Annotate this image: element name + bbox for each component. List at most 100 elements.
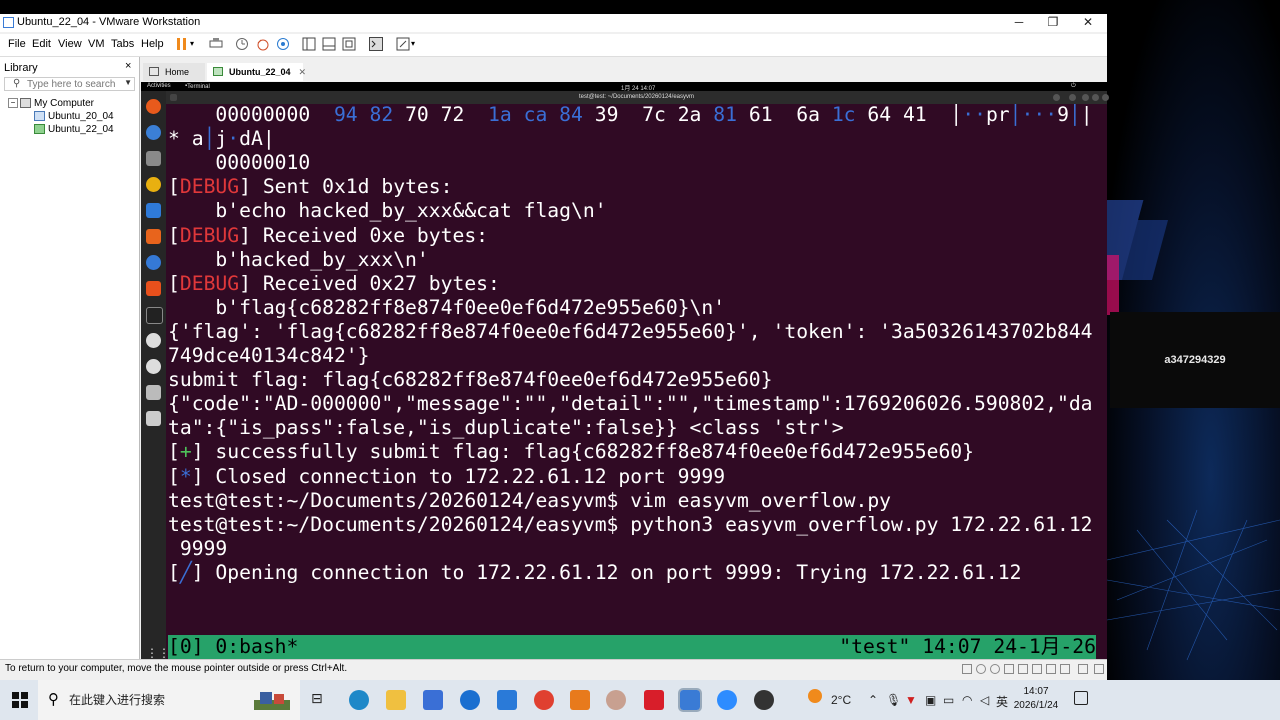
- network-icon[interactable]: [1004, 664, 1014, 674]
- guest-display[interactable]: Activities ▪ Terminal 1月 24 14:07 ⏻ ⋮⋮ t…: [141, 82, 1109, 672]
- menu-tabs[interactable]: Tabs: [111, 38, 134, 50]
- terminal-output[interactable]: 00000000 94 82 70 72 1a ca 84 39 7c 2a 8…: [166, 104, 1107, 672]
- message-log-icon[interactable]: [1078, 664, 1088, 674]
- chevron-down-icon[interactable]: ▼: [124, 78, 132, 87]
- task-view-icon[interactable]: ⊟: [311, 690, 331, 710]
- windows-start-icon[interactable]: [12, 692, 28, 708]
- title-bar[interactable]: Ubuntu_22_04 - VMware Workstation ─ ❐ ✕: [0, 14, 1107, 32]
- send-ctrl-alt-del-icon[interactable]: [209, 37, 223, 51]
- security-app-icon[interactable]: [754, 690, 774, 710]
- battery-icon[interactable]: ▭: [943, 693, 954, 707]
- cd-icon[interactable]: [976, 664, 986, 674]
- drive-icon[interactable]: [146, 385, 161, 400]
- printer-icon[interactable]: [1046, 664, 1056, 674]
- thunderbird-icon[interactable]: [146, 125, 161, 140]
- snapshot-manager-icon[interactable]: [276, 37, 290, 51]
- input-method-indicator[interactable]: 英: [996, 693, 1008, 710]
- pause-icon[interactable]: [175, 37, 189, 51]
- tray-app-icon[interactable]: ▣: [925, 693, 936, 707]
- tab-home[interactable]: Home: [143, 63, 205, 81]
- menu-edit[interactable]: Edit: [32, 38, 51, 50]
- snapshot-icon[interactable]: [235, 37, 249, 51]
- mail-icon[interactable]: [460, 690, 480, 710]
- wifi-icon[interactable]: ◠: [962, 693, 972, 707]
- full-screen-icon[interactable]: [342, 37, 356, 51]
- close-button[interactable]: ✕: [1079, 15, 1097, 29]
- files-icon[interactable]: [146, 151, 161, 166]
- windows-taskbar: ⚲ 在此键入进行搜索 ⊟ 2°C ⌃ 🎙 ▼ ▣ ▭ ◠ ◁ 英 14:07 2…: [0, 680, 1280, 720]
- disc-icon[interactable]: [146, 359, 161, 374]
- feishu-icon[interactable]: [497, 690, 517, 710]
- edge-icon[interactable]: [349, 690, 369, 710]
- menu-file[interactable]: File: [8, 38, 26, 50]
- maximize-icon[interactable]: [1092, 94, 1099, 101]
- stretch-guest-icon[interactable]: [396, 37, 410, 51]
- thumbnail-bar-icon[interactable]: [322, 37, 336, 51]
- sublime-text-icon[interactable]: [570, 690, 590, 710]
- terminal-text: 39 7c 2a: [582, 104, 714, 126]
- vmware-taskbar-icon[interactable]: [678, 688, 702, 712]
- chrome-icon[interactable]: [534, 690, 554, 710]
- taskbar-search-box[interactable]: ⚲ 在此键入进行搜索: [38, 680, 300, 720]
- terminal-line: 00000010: [168, 151, 310, 175]
- trash-icon[interactable]: [146, 411, 161, 426]
- chevron-down-icon[interactable]: ▾: [411, 39, 425, 53]
- chevron-down-icon[interactable]: ▾: [190, 39, 204, 53]
- wps-icon[interactable]: [644, 690, 664, 710]
- notification-center-icon[interactable]: [1074, 691, 1088, 705]
- maximize-button[interactable]: ❐: [1044, 15, 1062, 29]
- collapse-icon[interactable]: −: [8, 98, 18, 109]
- minimize-button[interactable]: ─: [1010, 15, 1028, 29]
- activities-button[interactable]: Activities: [147, 83, 171, 89]
- display-icon[interactable]: [1060, 664, 1070, 674]
- usb-icon[interactable]: [1018, 664, 1028, 674]
- revert-snapshot-icon[interactable]: [256, 37, 270, 51]
- library-close-button[interactable]: ×: [125, 60, 131, 72]
- zoom-icon[interactable]: [717, 690, 737, 710]
- tab-ubuntu-22-04[interactable]: Ubuntu_22_04 ✕: [207, 63, 306, 81]
- hard-disk-icon[interactable]: [962, 664, 972, 674]
- menu-icon[interactable]: [1069, 94, 1076, 101]
- writer-icon[interactable]: [146, 203, 161, 218]
- library-search-input[interactable]: ⚲ Type here to search ▼: [4, 77, 135, 91]
- terminal-text: 00000000: [168, 104, 334, 126]
- menu-vm[interactable]: VM: [88, 38, 105, 50]
- disc-icon[interactable]: [146, 333, 161, 348]
- taskbar-clock[interactable]: 14:07 2026/1/24: [1011, 685, 1061, 713]
- cd-icon[interactable]: [990, 664, 1000, 674]
- file-explorer-icon[interactable]: [386, 690, 406, 710]
- new-tab-icon[interactable]: [170, 94, 177, 101]
- terminal-app-menu[interactable]: ▪ Terminal: [185, 83, 210, 90]
- full-screen-toggle-icon[interactable]: [1094, 664, 1104, 674]
- home-icon: [149, 67, 159, 76]
- user-app-icon[interactable]: [606, 690, 626, 710]
- tree-item-ubuntu-22-04[interactable]: Ubuntu_22_04: [34, 124, 114, 135]
- terminal-titlebar[interactable]: test@test: ~/Documents/20260124/easyvm: [166, 91, 1109, 104]
- firefox-icon[interactable]: [146, 99, 161, 114]
- tree-item-ubuntu-20-04[interactable]: Ubuntu_20_04: [34, 111, 114, 122]
- app-store-icon[interactable]: [146, 229, 161, 244]
- terminal-icon[interactable]: [146, 307, 163, 324]
- weather-temperature[interactable]: 2°C: [831, 693, 851, 707]
- tray-app-icon[interactable]: ▼: [905, 693, 917, 707]
- microphone-icon[interactable]: 🎙: [886, 693, 901, 707]
- minimize-icon[interactable]: [1082, 94, 1089, 101]
- menu-view[interactable]: View: [58, 38, 82, 50]
- software-updater-icon[interactable]: [146, 281, 161, 296]
- help-icon[interactable]: [146, 255, 161, 270]
- system-menu-icon[interactable]: ⏻: [1071, 83, 1076, 90]
- menu-help[interactable]: Help: [141, 38, 164, 50]
- volume-icon[interactable]: ◁: [980, 693, 989, 707]
- console-view-icon[interactable]: [369, 37, 383, 51]
- search-icon[interactable]: [1053, 94, 1060, 101]
- terminal-line: [+] successfully submit flag: flag{c6828…: [168, 440, 974, 464]
- sound-icon[interactable]: [1032, 664, 1042, 674]
- tab-close-icon[interactable]: ✕: [299, 67, 307, 77]
- rhythmbox-icon[interactable]: [146, 177, 161, 192]
- close-icon[interactable]: [1102, 94, 1109, 101]
- weather-icon[interactable]: [808, 689, 822, 703]
- microsoft-store-icon[interactable]: [423, 690, 443, 710]
- tree-item-my-computer[interactable]: − My Computer: [8, 98, 94, 109]
- chevron-up-icon[interactable]: ⌃: [868, 693, 878, 707]
- show-library-icon[interactable]: [302, 37, 316, 51]
